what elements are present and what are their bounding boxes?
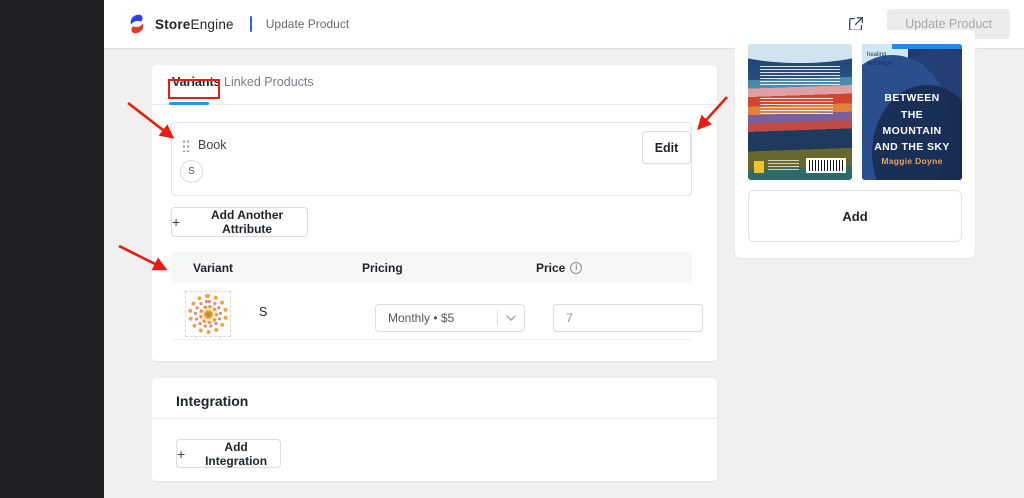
column-variant: Variant [193, 260, 234, 275]
annotation-highlight-box [168, 79, 220, 99]
cover-text-block [760, 65, 840, 85]
variants-panel: Variants Linked Products Book S Edit + Ad… [152, 65, 717, 361]
variant-row: S Monthly • $5 [171, 283, 703, 340]
cover-text-block [760, 98, 834, 115]
add-integration-button[interactable]: + Add Integration [176, 439, 281, 468]
plus-icon: + [177, 445, 186, 462]
tab-bar: Variants Linked Products [152, 65, 717, 105]
cover-subtitle: healing and hope [867, 51, 893, 67]
pricing-select[interactable]: Monthly • $5 [375, 304, 525, 332]
pricing-selected-value: Monthly • $5 [388, 311, 455, 325]
price-input[interactable] [553, 304, 703, 332]
active-tab-indicator [169, 102, 209, 105]
info-icon[interactable]: i [570, 261, 583, 274]
column-pricing: Pricing [362, 260, 403, 275]
page-title: Update Product [265, 17, 350, 31]
book-front-cover-image[interactable]: healing and hope BETWEEN THE MOUNTAIN AN… [862, 44, 962, 180]
brand-name: StoreEngine [155, 17, 234, 32]
attribute-card: Book S Edit [171, 122, 692, 196]
variant-thumbnail[interactable] [185, 291, 231, 337]
edit-attribute-button[interactable]: Edit [642, 131, 691, 164]
column-price: Price i [536, 260, 583, 275]
cover-blue-strip [892, 44, 962, 49]
product-gallery-panel: healing and hope BETWEEN THE MOUNTAIN AN… [735, 30, 975, 258]
add-another-attribute-button[interactable]: + Add Another Attribute [171, 207, 308, 237]
brand-name-bold: Store [155, 16, 191, 32]
cover-wave-shape [748, 46, 852, 64]
publisher-logo [754, 161, 765, 174]
tab-bar-divider [152, 104, 717, 105]
cover-author: Maggie Doyne [881, 155, 943, 166]
integration-divider [152, 418, 717, 419]
gallery-images: healing and hope BETWEEN THE MOUNTAIN AN… [748, 44, 962, 180]
add-integration-label: Add Integration [205, 439, 268, 468]
storeengine-logo-icon [130, 14, 144, 34]
gallery-add-button[interactable]: Add [748, 190, 962, 242]
cover-title: BETWEEN THE MOUNTAIN AND THE SKY [874, 92, 950, 154]
publisher-text [767, 159, 799, 172]
plus-icon: + [172, 214, 181, 230]
book-back-cover-image[interactable] [748, 44, 852, 180]
tab-linked-products[interactable]: Linked Products [224, 75, 314, 89]
attribute-header: Book [182, 138, 227, 152]
mandala-image [188, 294, 228, 334]
barcode [806, 158, 846, 174]
chevron-down-icon [498, 315, 524, 321]
variant-name: S [259, 305, 268, 319]
collapsed-admin-sidebar [0, 0, 104, 498]
brand: StoreEngine [126, 13, 234, 35]
drag-handle-icon[interactable] [182, 138, 190, 152]
store-engine-product-editor: StoreEngine Update Product Update Produc… [0, 0, 1024, 498]
brand-name-light: Engine [190, 16, 234, 32]
attribute-value-chip[interactable]: S [180, 160, 203, 183]
column-price-label: Price [536, 260, 566, 275]
add-another-attribute-label: Add Another Attribute [210, 208, 284, 236]
header-divider [249, 16, 252, 32]
integration-panel: Integration + Add Integration [152, 378, 717, 481]
variants-table-header: Variant Pricing Price i [171, 252, 692, 283]
attribute-name: Book [198, 138, 227, 152]
integration-title: Integration [176, 393, 249, 409]
